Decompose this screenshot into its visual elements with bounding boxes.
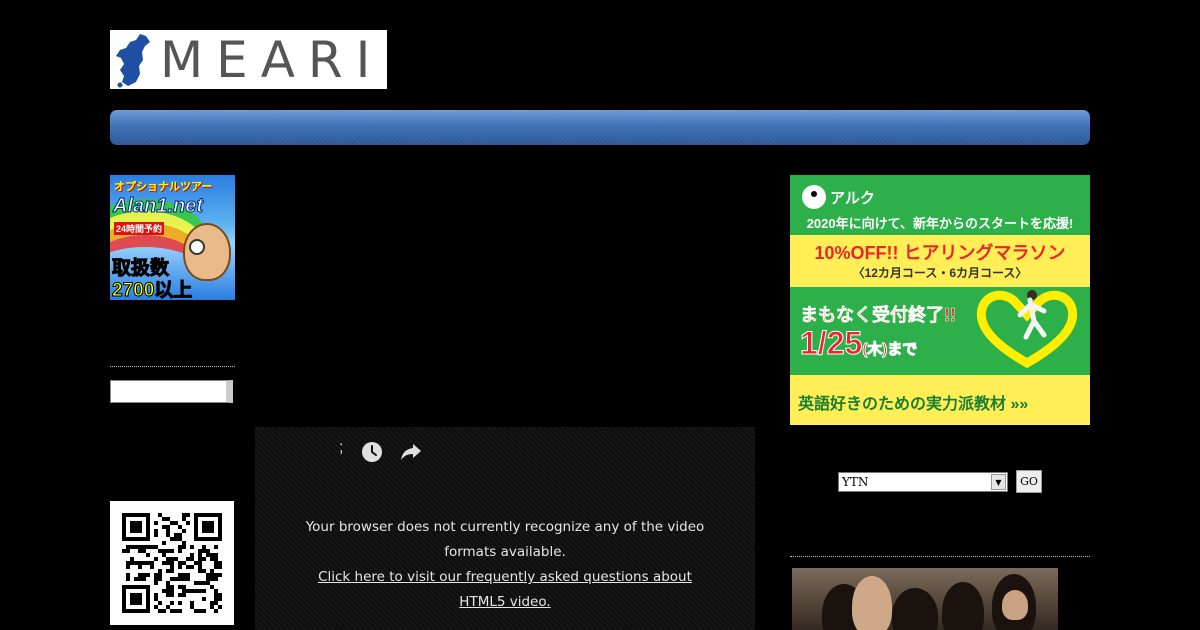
main-navbar[interactable]: [110, 110, 1090, 145]
channel-select-value: YTN: [842, 475, 869, 489]
video-thumbnail[interactable]: [792, 568, 1058, 630]
player-message-block: Your browser does not currently recogniz…: [295, 515, 715, 615]
ad-sub-text: 24時間予約: [114, 222, 165, 235]
ad-date: 1/25(木)まで: [799, 325, 918, 362]
video-player[interactable]: ; Your browser does not currently recogn…: [255, 427, 755, 630]
ad-date-suffix: (木)まで: [862, 341, 918, 359]
go-button[interactable]: GO: [1016, 470, 1042, 493]
sidebar-search-input[interactable]: [110, 380, 233, 403]
clock-icon[interactable]: [361, 441, 383, 463]
korea-map-icon: [116, 33, 150, 87]
alan1-ad-banner[interactable]: オプショナルツアー Alan1.net 24時間予約 取扱数 2700以上: [110, 175, 235, 300]
person-silhouette: [942, 582, 984, 630]
html5-faq-link[interactable]: Click here to visit our frequently asked…: [318, 569, 692, 610]
ad-top-text: オプショナルツアー: [114, 181, 213, 193]
player-tick: ;: [339, 439, 344, 456]
person-face: [852, 576, 892, 630]
ad-course: 〈12カ月コース・6カ月コース〉: [852, 266, 1028, 280]
qr-code: [110, 501, 234, 625]
ad-brand: Alan1.net: [112, 195, 204, 218]
logo-text: MEARI: [160, 30, 384, 89]
alc-ad-banner[interactable]: アルク 2020年に向けて、新年からのスタートを応援! 10%OFF!! ヒアリ…: [790, 175, 1090, 425]
player-message: Your browser does not currently recogniz…: [305, 519, 705, 560]
person-silhouette: [892, 588, 938, 630]
site-logo[interactable]: MEARI: [110, 30, 387, 89]
ad-discount: 10%OFF!! ヒアリングマラソン: [814, 243, 1066, 263]
chevron-down-icon[interactable]: ▼: [991, 474, 1006, 490]
ad-count-value: 2700以上: [111, 280, 193, 301]
share-icon[interactable]: [399, 441, 423, 463]
ad-headline: 2020年に向けて、新年からのスタートを応援!: [806, 216, 1074, 231]
character-face-graphic: [183, 223, 231, 281]
alc-logo-icon: [802, 185, 826, 209]
ad-deadline-text: まもなく受付終了!!: [800, 305, 957, 326]
person-face: [1002, 590, 1028, 620]
channel-select[interactable]: YTN ▼: [838, 472, 1008, 492]
heart-runner-graphic: [976, 290, 1078, 369]
ad-bottom-text: 英語好きのための実力派教材 »»: [798, 396, 1029, 413]
left-divider: [110, 366, 235, 367]
right-divider: [790, 556, 1090, 557]
ad-date-value: 1/25: [799, 325, 863, 362]
ad-brand: アルク: [830, 190, 875, 207]
